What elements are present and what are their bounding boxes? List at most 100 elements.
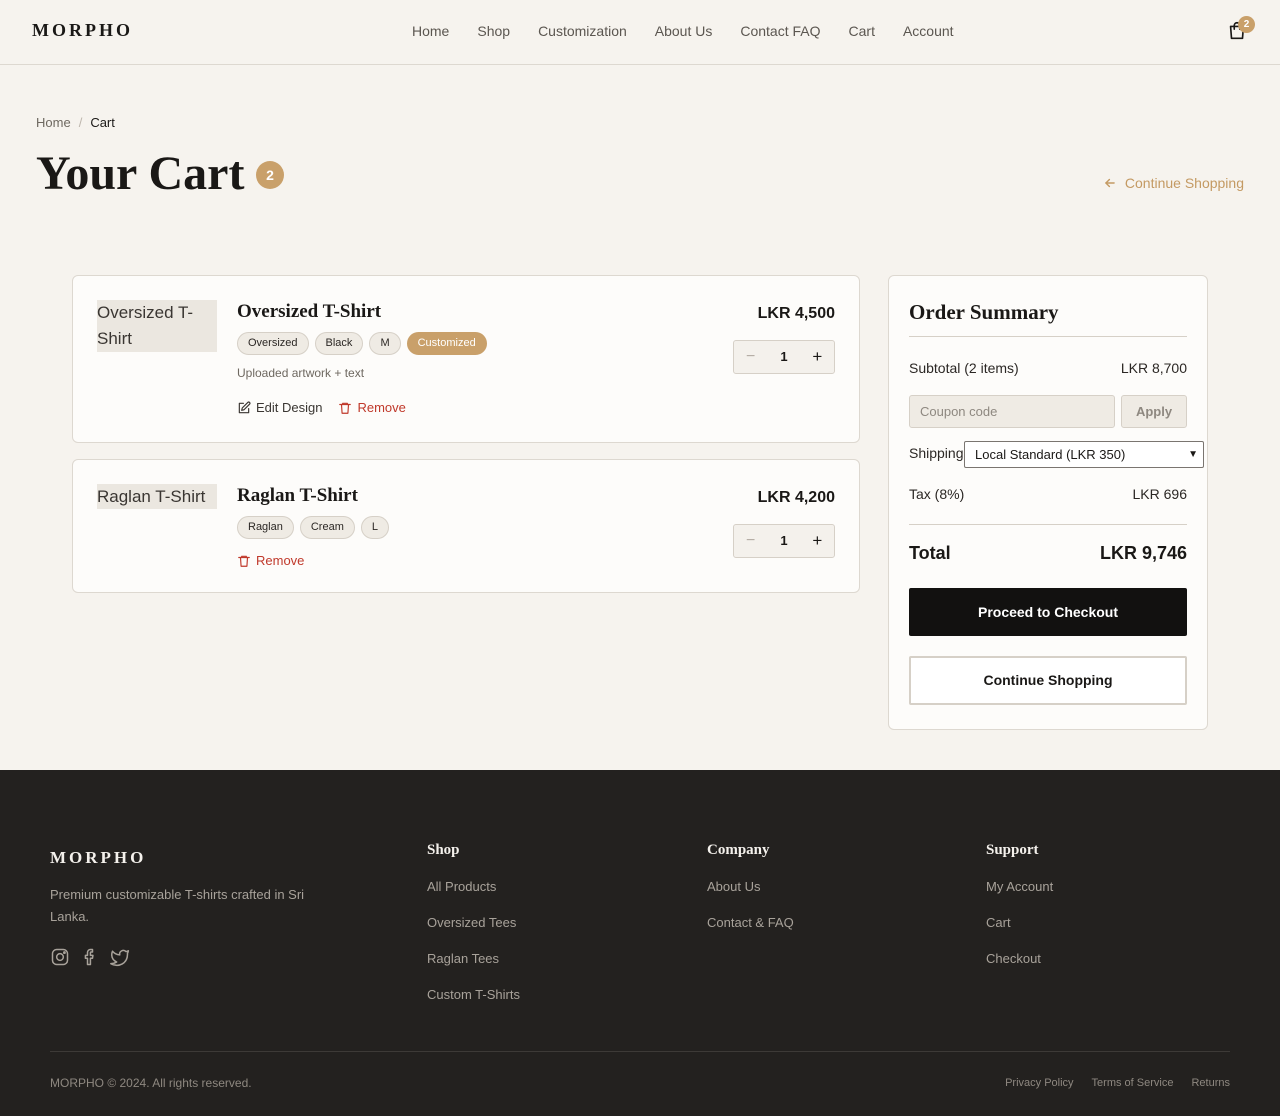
footer-link-my-account[interactable]: My Account	[986, 879, 1053, 915]
footer-column-company: Company About Us Contact & FAQ	[707, 842, 794, 951]
footer-link-checkout[interactable]: Checkout	[986, 951, 1053, 987]
nav-home[interactable]: Home	[412, 23, 449, 39]
footer-column-title: Company	[707, 842, 770, 858]
shipping-select[interactable]: Local Standard (LKR 350) ▼	[964, 441, 1204, 468]
arrow-left-icon	[1105, 178, 1115, 188]
apply-coupon-button[interactable]: Apply	[1121, 395, 1187, 428]
tag-style: Raglan	[237, 516, 294, 539]
returns-link[interactable]: Returns	[1191, 1077, 1230, 1089]
product-tags: Raglan Cream L	[237, 516, 389, 539]
footer-link-custom-tshirts[interactable]: Custom T-Shirts	[427, 987, 520, 1023]
tag-color: Black	[314, 332, 364, 355]
shipping-selected-value: Local Standard (LKR 350)	[975, 447, 1126, 462]
subtotal-value: LKR 8,700	[1120, 360, 1187, 376]
decrease-quantity-button[interactable]: −	[734, 525, 767, 557]
copyright: MORPHO © 2024. All rights reserved.	[50, 1076, 252, 1090]
nav-shop[interactable]: Shop	[477, 23, 510, 39]
footer-link-all-products[interactable]: All Products	[427, 879, 520, 915]
nav-cart[interactable]: Cart	[849, 23, 875, 39]
subtotal-row: Subtotal (2 items) LKR 8,700	[909, 360, 1187, 376]
customization-note: Uploaded artwork + text	[237, 366, 365, 380]
cart-count-badge: 2	[1238, 16, 1255, 33]
proceed-to-checkout-button[interactable]: Proceed to Checkout	[909, 588, 1187, 636]
nav-contact-faq[interactable]: Contact FAQ	[740, 23, 820, 39]
footer-link-cart[interactable]: Cart	[986, 915, 1053, 951]
nav-account[interactable]: Account	[903, 23, 954, 39]
trash-icon	[238, 555, 250, 567]
remove-button[interactable]: Remove	[338, 400, 406, 415]
tag-style: Oversized	[237, 332, 309, 355]
product-image-placeholder[interactable]: Oversized T-Shirt	[97, 300, 217, 352]
chevron-down-icon: ▼	[1188, 449, 1198, 460]
footer-link-about-us[interactable]: About Us	[707, 879, 794, 915]
tag-customized: Customized	[406, 332, 487, 355]
tag-color: Cream	[299, 516, 355, 539]
decrease-quantity-button[interactable]: −	[734, 341, 767, 373]
quantity-value[interactable]: 1	[767, 525, 800, 557]
footer-link-raglan-tees[interactable]: Raglan Tees	[427, 951, 520, 987]
breadcrumb-home[interactable]: Home	[36, 115, 71, 130]
twitter-icon[interactable]	[110, 947, 130, 967]
privacy-policy-link[interactable]: Privacy Policy	[1005, 1077, 1073, 1089]
continue-shopping-link[interactable]: Continue Shopping	[1103, 175, 1244, 191]
cart-item: Oversized T-Shirt Oversized T-Shirt Over…	[72, 275, 860, 443]
footer-column-title: Shop	[427, 842, 460, 858]
increase-quantity-button[interactable]: +	[801, 525, 834, 557]
page-title: Your Cart	[36, 147, 245, 200]
total-row: Total LKR 9,746	[909, 543, 1187, 564]
terms-of-service-link[interactable]: Terms of Service	[1092, 1077, 1174, 1089]
total-label: Total	[909, 543, 951, 563]
instagram-icon[interactable]	[50, 947, 70, 967]
item-price: LKR 4,500	[757, 305, 835, 322]
cart-item: Raglan T-Shirt Raglan T-Shirt Raglan Cre…	[72, 459, 860, 593]
quantity-stepper: − 1 +	[733, 524, 835, 558]
footer-link-oversized-tees[interactable]: Oversized Tees	[427, 915, 520, 951]
cart-items-count-badge: 2	[256, 161, 284, 189]
subtotal-label: Subtotal (2 items)	[909, 360, 1019, 376]
footer-column-shop: Shop All Products Oversized Tees Raglan …	[427, 842, 520, 1023]
edit-icon	[238, 401, 251, 413]
footer-link-contact-faq[interactable]: Contact & FAQ	[707, 915, 794, 951]
footer-logo[interactable]: MORPHO	[50, 848, 146, 868]
legal-links: Privacy Policy Terms of Service Returns	[1005, 1077, 1230, 1089]
shipping-label: Shipping	[909, 445, 964, 461]
footer-tagline: Premium customizable T-shirts crafted in…	[50, 887, 305, 924]
divider	[909, 336, 1187, 337]
product-image-placeholder[interactable]: Raglan T-Shirt	[97, 484, 217, 509]
footer-column-title: Support	[986, 842, 1039, 858]
item-actions: Remove	[237, 553, 304, 568]
footer-divider	[50, 1051, 1230, 1052]
breadcrumb: Home / Cart	[36, 115, 115, 130]
breadcrumb-separator: /	[78, 115, 83, 130]
facebook-icon[interactable]	[80, 947, 100, 967]
breadcrumb-current: Cart	[90, 115, 115, 130]
footer-column-support: Support My Account Cart Checkout	[986, 842, 1053, 987]
tag-size: M	[369, 332, 401, 355]
site-header: MORPHO Home Shop Customization About Us …	[0, 0, 1280, 65]
nav-customization[interactable]: Customization	[538, 23, 627, 39]
brand-logo[interactable]: MORPHO	[32, 20, 133, 41]
divider	[909, 524, 1187, 525]
edit-design-label: Edit Design	[256, 400, 323, 415]
trash-icon	[339, 402, 352, 414]
quantity-value[interactable]: 1	[767, 341, 800, 373]
remove-button[interactable]: Remove	[237, 553, 304, 568]
nav-about-us[interactable]: About Us	[655, 23, 713, 39]
tag-size: L	[360, 516, 389, 539]
tax-row: Tax (8%) LKR 696	[909, 486, 1187, 502]
site-footer: MORPHO Premium customizable T-shirts cra…	[0, 770, 1280, 1116]
continue-shopping-button[interactable]: Continue Shopping	[909, 656, 1187, 705]
product-name[interactable]: Raglan T-Shirt	[237, 485, 358, 507]
increase-quantity-button[interactable]: +	[801, 341, 834, 373]
quantity-stepper: − 1 +	[733, 340, 835, 374]
product-tags: Oversized Black M Customized	[237, 332, 487, 355]
item-price: LKR 4,200	[757, 489, 835, 506]
total-value: LKR 9,746	[1099, 543, 1187, 563]
order-summary: Order Summary Subtotal (2 items) LKR 8,7…	[888, 275, 1208, 730]
remove-label: Remove	[357, 400, 406, 415]
continue-shopping-label: Continue Shopping	[1124, 175, 1244, 191]
edit-design-button[interactable]: Edit Design	[237, 400, 322, 415]
coupon-input[interactable]	[909, 395, 1115, 428]
product-name[interactable]: Oversized T-Shirt	[237, 301, 381, 323]
order-summary-title: Order Summary	[909, 300, 1059, 324]
